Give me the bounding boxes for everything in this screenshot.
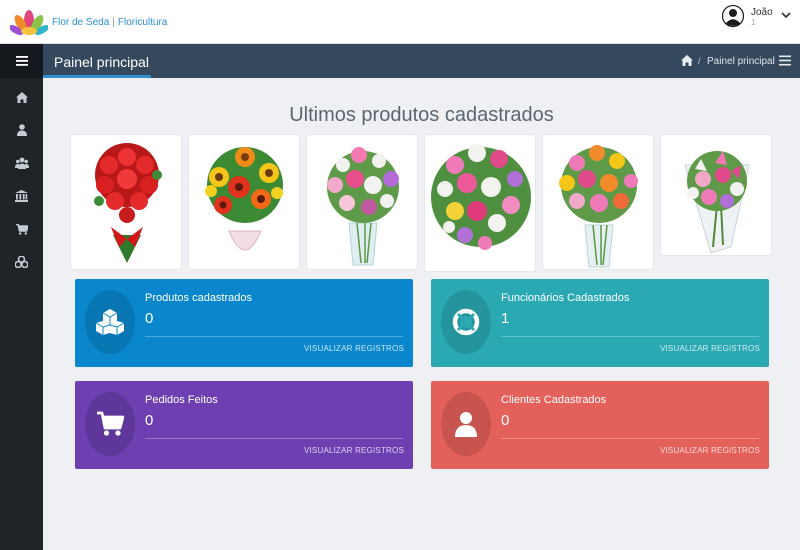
stat-label: Produtos cadastrados (145, 292, 253, 304)
user-icon (16, 124, 27, 136)
stat-value: 0 (145, 310, 154, 327)
stat-value: 0 (501, 412, 510, 429)
hamburger-icon (15, 56, 28, 66)
stat-icon-circle (441, 290, 491, 354)
home-icon (15, 91, 28, 103)
breadcrumb-separator: / (698, 56, 701, 66)
sidebar-item-home[interactable] (0, 80, 43, 114)
hamburger-icon[interactable] (779, 55, 791, 66)
stat-label: Clientes Cadastrados (501, 394, 607, 406)
stat-box-produtos: Produtos cadastrados 0 VISUALIZAR REGIST… (75, 279, 413, 367)
view-records-link[interactable]: VISUALIZAR REGISTROS (304, 344, 404, 353)
home-icon[interactable] (681, 55, 693, 66)
user-icon (455, 412, 477, 437)
stat-icon-circle (85, 392, 135, 456)
view-records-link[interactable]: VISUALIZAR REGISTROS (304, 446, 404, 455)
product-card[interactable] (542, 134, 654, 270)
view-records-link[interactable]: VISUALIZAR REGISTROS (660, 446, 760, 455)
breadcrumb-current: Painel principal (707, 56, 775, 67)
product-card[interactable] (306, 134, 418, 270)
user-name[interactable]: João (751, 7, 773, 18)
cart-icon (97, 411, 124, 436)
bank-icon (15, 190, 28, 202)
stat-icon-circle (85, 290, 135, 354)
divider (501, 438, 759, 439)
stat-value: 0 (145, 412, 154, 429)
sidebar-item-users[interactable] (0, 146, 43, 180)
stat-box-funcionarios: Funcionários Cadastrados 1 VISUALIZAR RE… (431, 279, 769, 367)
page-header: Painel principal / Painel principal (43, 44, 800, 78)
sidebar-item-bank[interactable] (0, 179, 43, 213)
mixed-rose-daisy-bouquet-image (431, 144, 531, 250)
stat-label: Pedidos Feitos (145, 394, 218, 406)
red-rose-bouquet-image (94, 143, 162, 263)
product-card[interactable] (424, 134, 536, 272)
product-card[interactable] (70, 134, 182, 270)
lotus-logo-icon[interactable] (10, 9, 48, 39)
users-icon (14, 157, 29, 169)
chevron-down-icon[interactable] (780, 9, 792, 21)
product-card[interactable] (660, 134, 772, 256)
stat-box-pedidos: Pedidos Feitos 0 VISUALIZAR REGISTROS (75, 381, 413, 469)
page-title: Painel principal (54, 54, 149, 70)
stat-label: Funcionários Cadastrados (501, 292, 630, 304)
divider (145, 438, 403, 439)
lily-wrapped-bouquet-image (684, 151, 750, 254)
stat-icon-circle (441, 392, 491, 456)
sunflower-gerbera-bouquet-image (205, 147, 283, 251)
brand-subtitle: Floricultura (117, 17, 168, 28)
divider (145, 336, 403, 337)
view-records-link[interactable]: VISUALIZAR REGISTROS (660, 344, 760, 353)
active-tab-indicator (43, 75, 151, 78)
brand-separator: | (112, 17, 115, 28)
brand-name[interactable]: Flor de Seda | Floricultura (52, 17, 167, 28)
cubes-icon (95, 309, 125, 335)
pink-orange-vase-bouquet-image (559, 145, 638, 268)
stat-box-clientes: Clientes Cadastrados 0 VISUALIZAR REGIST… (431, 381, 769, 469)
user-avatar-icon[interactable] (722, 4, 744, 28)
sidebar-item-cart[interactable] (0, 212, 43, 246)
divider (501, 336, 759, 337)
user-count: 1 (751, 18, 756, 27)
sidebar (0, 44, 43, 550)
product-card[interactable] (188, 134, 300, 270)
sidebar-toggle-button[interactable] (0, 44, 43, 78)
sidebar-item-cubes[interactable] (0, 245, 43, 279)
latest-products-title: Ultimos produtos cadastrados (289, 104, 554, 126)
cubes-icon (15, 256, 28, 268)
top-bar: Flor de Seda | Floricultura João 1 (0, 0, 800, 44)
sidebar-item-user[interactable] (0, 113, 43, 147)
alstroemeria-vase-bouquet-image (327, 147, 399, 266)
brand-title: Flor de Seda (52, 17, 110, 28)
cart-icon (15, 223, 28, 235)
lifebuoy-icon (452, 308, 480, 336)
stat-value: 1 (501, 310, 510, 327)
